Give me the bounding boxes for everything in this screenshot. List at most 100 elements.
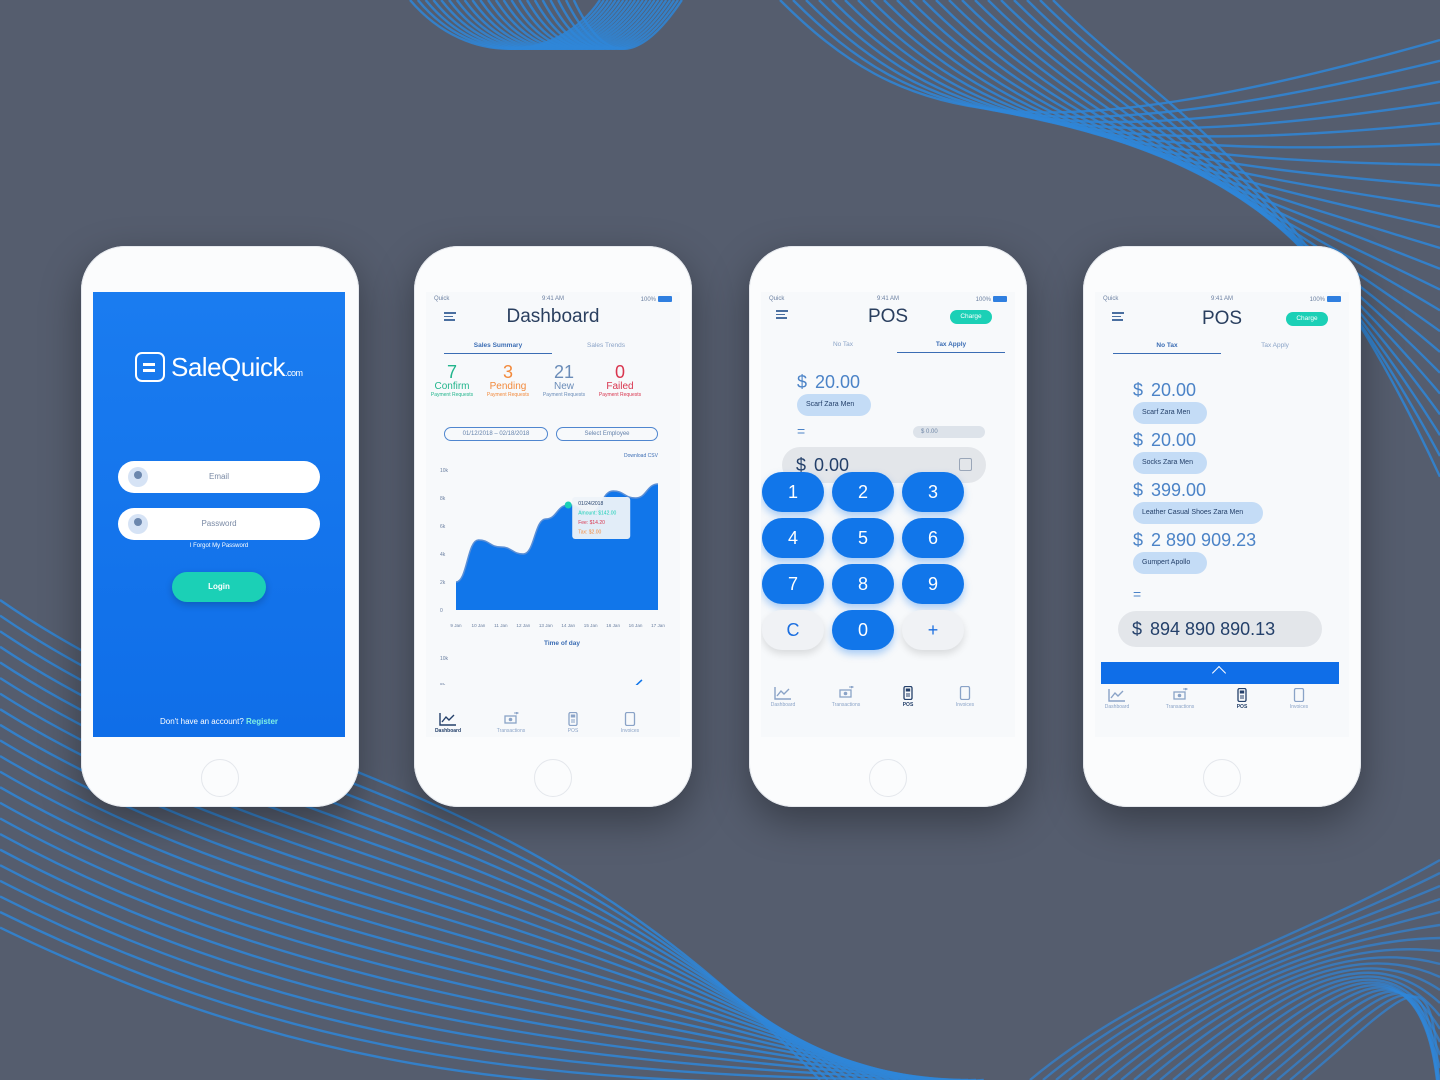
equals-sign: = (797, 423, 806, 439)
nav-dashboard[interactable]: Dashboard (1095, 688, 1145, 710)
y-tick-label: 4k (440, 552, 446, 558)
password-field[interactable]: Password (118, 508, 320, 540)
y-tick-label: 6k (440, 524, 446, 530)
stat-pending[interactable]: 3 Pending Payment Requests (480, 362, 536, 398)
nav-label: Transactions (496, 728, 526, 734)
key-8[interactable]: 8 (832, 564, 894, 604)
stat-label: New (553, 381, 574, 392)
nav-transactions[interactable]: Transactions (818, 686, 874, 708)
nav-label: Invoices (620, 728, 640, 734)
charge-button[interactable]: Charge (950, 310, 992, 324)
tax-amount: $ 0.00 (913, 426, 985, 438)
status-bar: Quick 9:41 AM 100% (1103, 296, 1341, 306)
key-2[interactable]: 2 (832, 472, 894, 512)
tax-tabs: No Tax Tax Apply (789, 341, 1005, 355)
register-prompt: Don't have an account? Register (159, 717, 279, 726)
nav-dashboard[interactable]: Dashboard (761, 686, 811, 708)
battery-icon (993, 296, 1007, 302)
home-button[interactable] (869, 759, 907, 797)
wave-line (922, 0, 1440, 270)
nav-label: POS (1236, 704, 1248, 710)
clock: 9:41 AM (1210, 296, 1233, 302)
key-0[interactable]: 0 (832, 610, 894, 650)
home-button[interactable] (201, 759, 239, 797)
phone-pos-keypad: Quick 9:41 AM 100% POS Charge No Tax Tax… (749, 246, 1027, 807)
date-range-select[interactable]: 01/12/2018 – 02/18/2018 (444, 427, 548, 441)
key-6[interactable]: 6 (902, 518, 964, 558)
item-chip[interactable]: Scarf Zara Men (797, 394, 871, 416)
x-tick-label: 10 Jan (472, 623, 486, 628)
nav-invoices[interactable]: Invoices (602, 712, 658, 734)
nav-label: Invoices (955, 702, 975, 708)
clear-display-icon[interactable] (959, 458, 972, 471)
charge-button[interactable]: Charge (1286, 312, 1328, 326)
nav-dashboard[interactable]: Dashboard (426, 712, 476, 734)
stat-confirm[interactable]: 7 Confirm Payment Requests (426, 362, 480, 398)
x-tick-label: 15 Jan (584, 623, 598, 628)
nav-label: POS (902, 702, 914, 708)
key-9[interactable]: 9 (902, 564, 964, 604)
home-button[interactable] (534, 759, 572, 797)
pos-terminal-icon (1214, 688, 1270, 702)
cart-item-chip[interactable]: Socks Zara Men (1133, 452, 1207, 474)
home-button[interactable] (1203, 759, 1241, 797)
nav-pos[interactable]: POS (1214, 688, 1270, 710)
y-tick-label: 0 (440, 608, 443, 614)
stat-failed[interactable]: 0 Failed Payment Requests (592, 362, 648, 398)
email-field[interactable]: Email (118, 461, 320, 493)
logo-icon (135, 352, 165, 382)
nav-transactions[interactable]: Transactions (1152, 688, 1208, 710)
status-bar: Quick 9:41 AM 100% (434, 296, 672, 306)
tab-no-tax[interactable]: No Tax (1113, 342, 1221, 354)
stat-sub: Payment Requests (598, 392, 642, 398)
dashboard-tabs: Sales Summary Sales Trends (444, 342, 660, 356)
battery-icon (1327, 296, 1341, 302)
nav-pos[interactable]: POS (545, 712, 601, 734)
login-button[interactable]: Login (172, 572, 266, 602)
stat-sub: Payment Requests (486, 392, 530, 398)
cash-transfer-icon (483, 712, 539, 726)
x-tick-label: 13 Jan (539, 623, 553, 628)
employee-select[interactable]: Select Employee (556, 427, 658, 441)
cart-item-chip[interactable]: Scarf Zara Men (1133, 402, 1207, 424)
wave-line (1120, 948, 1440, 1080)
clear-key[interactable]: C (762, 610, 824, 650)
x-tick-label: 9 Jan (450, 623, 462, 628)
tab-sales-summary[interactable]: Sales Summary (444, 342, 552, 354)
x-tick-label: 14 Jan (561, 623, 575, 628)
nav-label: POS (567, 728, 579, 734)
cart-item-chip[interactable]: Leather Casual Shoes Zara Men (1133, 502, 1263, 524)
equals-sign: = (1133, 586, 1142, 602)
x-tick-label: 16 Jan (606, 623, 620, 628)
register-link[interactable]: Register (246, 717, 278, 726)
wave-line (870, 0, 1440, 187)
nav-invoices[interactable]: Invoices (937, 686, 993, 708)
chart-line-icon (761, 686, 811, 700)
forgot-password-link[interactable]: I Forgot My Password (93, 543, 345, 549)
cart-item-chip[interactable]: Gumpert Apollo (1133, 552, 1207, 574)
tab-tax-apply[interactable]: Tax Apply (1221, 342, 1329, 349)
tab-no-tax[interactable]: No Tax (789, 341, 897, 348)
stat-value: 3 (502, 362, 513, 382)
tooltip-tax: Tax: $2.00 (578, 530, 601, 536)
pos-terminal-icon (880, 686, 936, 700)
x-tick-label: 12 Jan (516, 623, 530, 628)
nav-transactions[interactable]: Transactions (483, 712, 539, 734)
download-csv-link[interactable]: Download CSV (624, 453, 658, 459)
nav-invoices[interactable]: Invoices (1271, 688, 1327, 710)
key-4[interactable]: 4 (762, 518, 824, 558)
key-1[interactable]: 1 (762, 472, 824, 512)
key-5[interactable]: 5 (832, 518, 894, 558)
add-key[interactable]: + (902, 610, 964, 650)
battery: 100% (1310, 296, 1341, 303)
tab-sales-trends[interactable]: Sales Trends (552, 342, 660, 349)
chart-line-icon (426, 712, 476, 726)
key-7[interactable]: 7 (762, 564, 824, 604)
nav-pos[interactable]: POS (880, 686, 936, 708)
stat-new[interactable]: 21 New Payment Requests (536, 362, 592, 398)
nav-label: Transactions (831, 702, 861, 708)
lock-icon (128, 514, 148, 534)
key-3[interactable]: 3 (902, 472, 964, 512)
tab-tax-apply[interactable]: Tax Apply (897, 341, 1005, 353)
expand-keypad-button[interactable] (1101, 662, 1339, 684)
